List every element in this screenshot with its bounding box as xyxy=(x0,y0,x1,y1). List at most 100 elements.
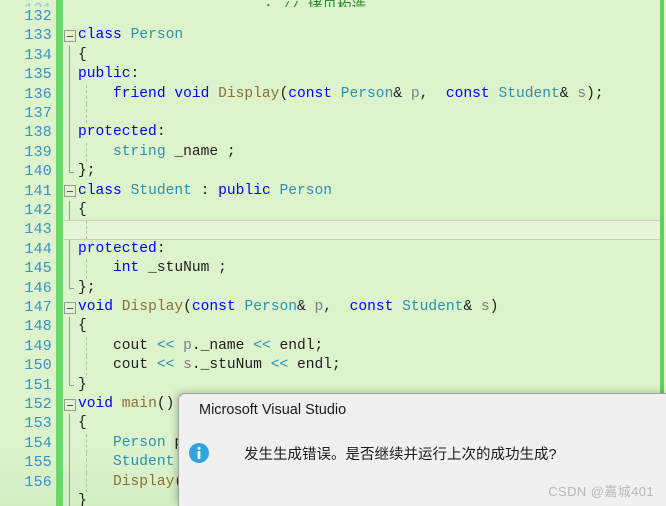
line-number-148: 148 xyxy=(24,318,52,336)
editor-line-140[interactable]: 140 }; xyxy=(0,162,666,182)
line-number-146: 146 xyxy=(24,279,52,297)
outline-guide xyxy=(69,45,70,66)
change-bar-156 xyxy=(56,472,63,492)
outline-guide xyxy=(69,259,70,279)
outline-guide xyxy=(69,433,70,454)
outline-guide xyxy=(69,104,70,124)
code-cell-139[interactable]: string _name ; xyxy=(64,142,664,163)
editor-line-132[interactable]: 132 xyxy=(0,7,666,27)
line-number-153: 153 xyxy=(24,415,52,433)
change-bar xyxy=(56,0,63,7)
change-bar-142 xyxy=(56,201,63,221)
line-number-138: 138 xyxy=(24,124,52,142)
dialog-message: 发生生成错误。是否继续并运行上次的成功生成? xyxy=(244,447,557,463)
collapse-toggle-icon-152[interactable] xyxy=(64,398,76,411)
outline-guide xyxy=(69,356,70,376)
outline-guide xyxy=(69,492,70,506)
code-cell-140[interactable]: }; xyxy=(64,162,664,181)
line-number-144: 144 xyxy=(24,240,52,258)
code-cell-149[interactable]: cout << p._name << endl; xyxy=(64,336,664,357)
change-bar-147 xyxy=(56,298,63,318)
code-cell-134[interactable]: { xyxy=(64,45,664,66)
code-cell-141[interactable]: class Student : public Person xyxy=(64,182,664,201)
code-cell-136[interactable]: friend void Display(const Person& p, con… xyxy=(64,84,664,104)
outline-guide xyxy=(69,414,70,434)
line-number-139: 139 xyxy=(24,143,52,161)
change-bar-154 xyxy=(56,433,63,454)
line-number-149: 149 xyxy=(24,337,52,355)
outline-guide-end xyxy=(69,375,74,387)
indent-guide xyxy=(86,221,87,239)
change-bar-146 xyxy=(56,278,63,298)
code-cell-135[interactable]: public: xyxy=(64,65,664,85)
change-bar-149 xyxy=(56,336,63,357)
editor-line-148[interactable]: 148 { xyxy=(0,317,666,337)
clipped-top-line: 131 ; // 拷贝构造 xyxy=(0,0,666,7)
outline-guide xyxy=(69,336,70,357)
change-bar-134 xyxy=(56,45,63,66)
editor-line-141[interactable]: 141 class Student : public Person xyxy=(0,181,666,201)
editor-line-143-current[interactable]: 143 xyxy=(0,220,666,240)
change-bar-135 xyxy=(56,65,63,85)
editor-line-137[interactable]: 137 xyxy=(0,104,666,124)
line-number-132: 132 xyxy=(24,8,52,25)
editor-line-138[interactable]: 138 protected: xyxy=(0,123,666,143)
editor-line-150[interactable]: 150 cout << s._stuNum << endl; xyxy=(0,356,666,376)
screen: 131 ; // 拷贝构造 132 133 class Person 134 xyxy=(0,0,666,506)
line-number-143: 143 xyxy=(24,221,52,239)
editor-line-145[interactable]: 145 int _stuNum ; xyxy=(0,259,666,279)
outline-guide-end xyxy=(69,162,74,173)
change-bar-143 xyxy=(56,220,63,240)
code-cell-142[interactable]: { xyxy=(64,201,664,221)
editor-line-147[interactable]: 147 void Display(const Person& p, const … xyxy=(0,298,666,318)
collapse-toggle-icon-133[interactable] xyxy=(64,29,76,42)
collapse-toggle-icon-147[interactable] xyxy=(64,301,76,314)
outline-guide xyxy=(69,317,70,337)
dialog-title: Microsoft Visual Studio xyxy=(199,402,347,418)
outline-guide xyxy=(69,123,70,143)
code-cell-145[interactable]: int _stuNum ; xyxy=(64,259,664,279)
editor-line-134[interactable]: 134 { xyxy=(0,45,666,66)
editor-line-139[interactable]: 139 string _name ; xyxy=(0,142,666,163)
editor-line-144[interactable]: 144 protected: xyxy=(0,239,666,260)
code-cell-143[interactable] xyxy=(64,220,664,240)
code-cell-138[interactable]: protected: xyxy=(64,123,664,143)
change-bar-139 xyxy=(56,142,63,163)
line-number-154: 154 xyxy=(24,434,52,452)
code-cell-147[interactable]: void Display(const Person& p, const Stud… xyxy=(64,298,664,317)
change-bar-145 xyxy=(56,259,63,279)
info-icon xyxy=(189,443,209,463)
line-number-147: 147 xyxy=(24,299,52,316)
editor-line-146[interactable]: 146 }; xyxy=(0,278,666,298)
editor-line-142[interactable]: 142 { xyxy=(0,201,666,221)
change-bar-157 xyxy=(56,492,63,506)
line-number-145: 145 xyxy=(24,260,52,278)
csdn-watermark: CSDN @嘉城401 xyxy=(548,484,654,499)
line-number-155: 155 xyxy=(24,454,52,472)
change-bar-144 xyxy=(56,239,63,260)
code-cell-133[interactable]: class Person xyxy=(64,26,664,45)
code-cell-150[interactable]: cout << s._stuNum << endl; xyxy=(64,356,664,376)
outline-guide xyxy=(69,201,70,221)
editor-line-136[interactable]: 136 friend void Display(const Person& p,… xyxy=(0,84,666,104)
line-number-134: 134 xyxy=(24,46,52,64)
editor-line-135[interactable]: 135 public: xyxy=(0,65,666,85)
change-bar-153 xyxy=(56,414,63,434)
editor-line-149[interactable]: 149 cout << p._name << endl; xyxy=(0,336,666,357)
change-bar-152 xyxy=(56,395,63,415)
change-bar-141 xyxy=(56,181,63,201)
code-cell-137[interactable] xyxy=(64,104,664,124)
indent-guide xyxy=(86,104,87,124)
outline-guide xyxy=(69,84,70,104)
line-number: 131 xyxy=(0,0,52,7)
line-number-133: 133 xyxy=(24,27,52,45)
outline-guide xyxy=(69,142,70,163)
code-cell-148[interactable]: { xyxy=(64,317,664,337)
code-cell-146[interactable]: }; xyxy=(64,278,664,298)
collapse-toggle-icon-141[interactable] xyxy=(64,185,76,198)
code-cell-132[interactable] xyxy=(64,7,664,26)
change-bar-132 xyxy=(56,7,63,27)
line-number-136: 136 xyxy=(24,85,52,103)
code-cell-144[interactable]: protected: xyxy=(64,239,664,260)
editor-line-133[interactable]: 133 class Person xyxy=(0,26,666,46)
